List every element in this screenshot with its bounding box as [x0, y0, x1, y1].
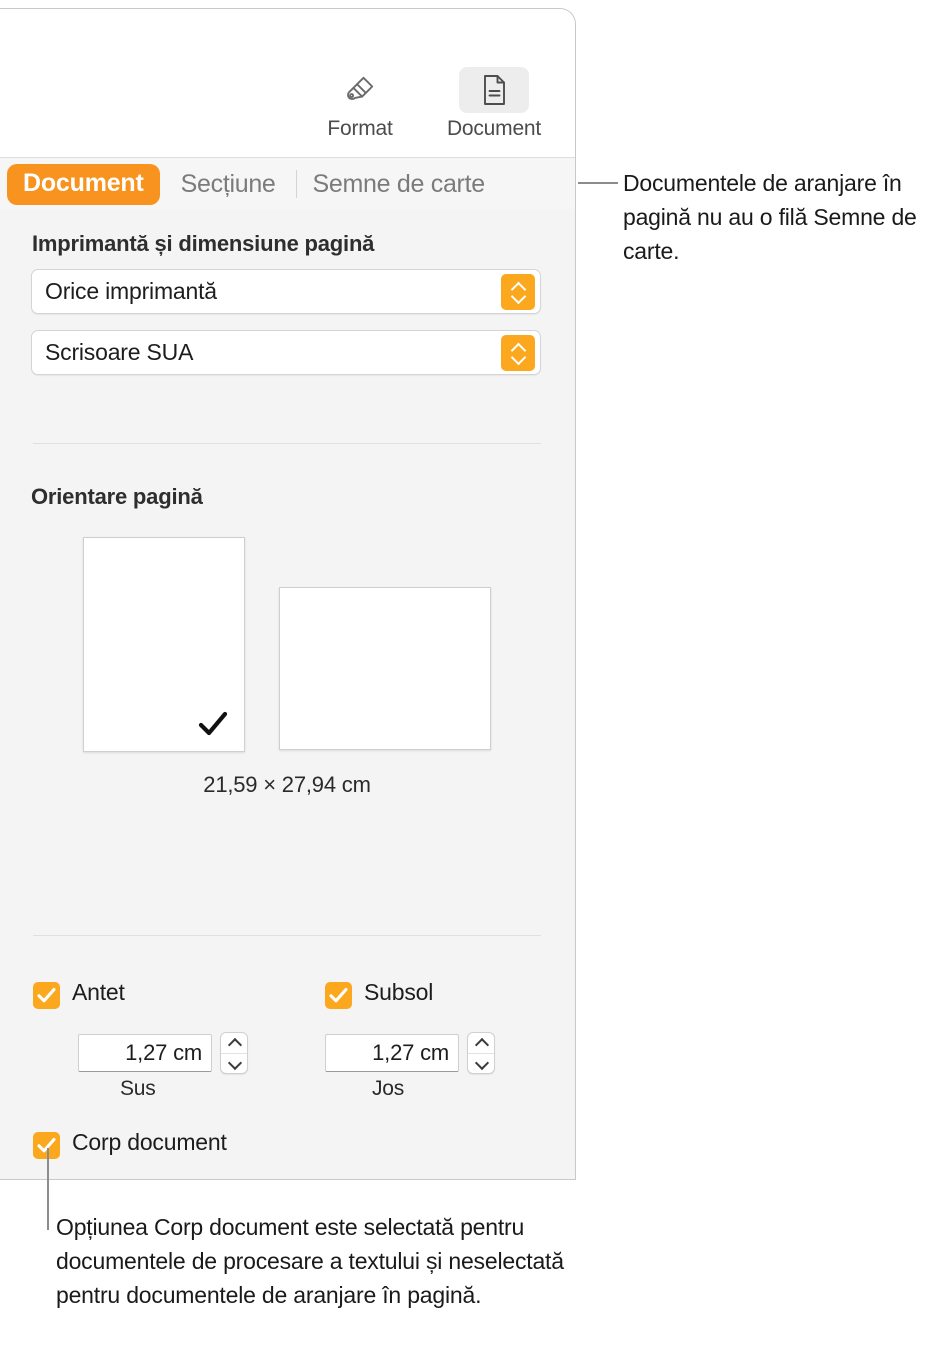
checkmark-icon [329, 987, 348, 1003]
chevron-up-icon [475, 1038, 488, 1047]
checkbox-subsol[interactable] [325, 982, 352, 1009]
callout-leader-line-top [578, 182, 618, 184]
callout-leader-line-bottom [47, 1148, 49, 1230]
chevron-down-icon [228, 1059, 241, 1068]
callout-text-top: Documentele de aranjare în pagină nu au … [623, 170, 917, 264]
toolbar-button-format[interactable]: Format [292, 67, 428, 141]
tab-divider [295, 170, 297, 198]
chevron-down-icon [475, 1059, 488, 1068]
printer-section-title: Imprimantă și dimensiune pagină [32, 231, 375, 256]
printer-select-value: Orice imprimantă [45, 278, 217, 304]
chevron-up-icon [228, 1038, 241, 1047]
format-inspector-panel: Format Document Document Secțiune Semne … [0, 8, 576, 1180]
toolbar-button-label: Document [446, 117, 542, 140]
page-size-dimensions-label: 21,59 × 27,94 cm [203, 772, 371, 797]
tab-document[interactable]: Document [7, 163, 160, 205]
top-margin-stepper[interactable] [220, 1032, 248, 1074]
top-margin-input[interactable]: 1,27 cm [78, 1034, 212, 1072]
stepper-increment[interactable] [468, 1033, 494, 1053]
toolbar-button-label: Format [327, 117, 393, 140]
orientation-portrait-option[interactable] [83, 537, 245, 752]
page-size-select-value: Scrisoare SUA [45, 339, 194, 365]
toolbar-button-document[interactable]: Document [426, 67, 562, 141]
chevron-updown-icon [501, 274, 535, 310]
checkmark-icon [198, 711, 228, 736]
document-icon [459, 67, 529, 113]
printer-select[interactable]: Orice imprimantă [31, 269, 541, 314]
inspector-body: Imprimantă și dimensiune pagină Orice im… [0, 209, 575, 1179]
bottom-margin-value: 1,27 cm [372, 1040, 449, 1065]
stepper-decrement[interactable] [468, 1052, 494, 1074]
orientation-landscape-option[interactable] [279, 587, 491, 750]
inspector-tabstrip: Document Secțiune Semne de carte [0, 157, 575, 211]
stepper-increment[interactable] [221, 1033, 247, 1053]
top-margin-value: 1,27 cm [125, 1040, 202, 1065]
stepper-decrement[interactable] [221, 1052, 247, 1074]
inspector-toolbar: Format Document [0, 9, 575, 157]
orientation-section-title: Orientare pagină [31, 484, 203, 509]
top-margin-caption: Sus [120, 1077, 156, 1100]
paintbrush-icon [325, 67, 395, 113]
tab-semne-de-carte[interactable]: Semne de carte [313, 170, 486, 199]
callout-text-bottom: Opțiunea Corp document este selectată pe… [56, 1214, 564, 1308]
chevron-updown-icon [501, 335, 535, 371]
bottom-margin-caption: Jos [372, 1077, 405, 1100]
checkmark-icon [37, 987, 56, 1003]
checkbox-antet-label: Antet [72, 979, 125, 1005]
section-divider [33, 935, 541, 936]
bottom-margin-stepper[interactable] [467, 1032, 495, 1074]
bottom-margin-input[interactable]: 1,27 cm [325, 1034, 459, 1072]
checkbox-antet[interactable] [33, 982, 60, 1009]
checkbox-subsol-label: Subsol [364, 979, 434, 1005]
tab-sectiune[interactable]: Secțiune [181, 170, 276, 199]
section-divider [33, 443, 541, 444]
page-size-select[interactable]: Scrisoare SUA [31, 330, 541, 375]
checkbox-corp-document-label: Corp document [72, 1129, 227, 1155]
